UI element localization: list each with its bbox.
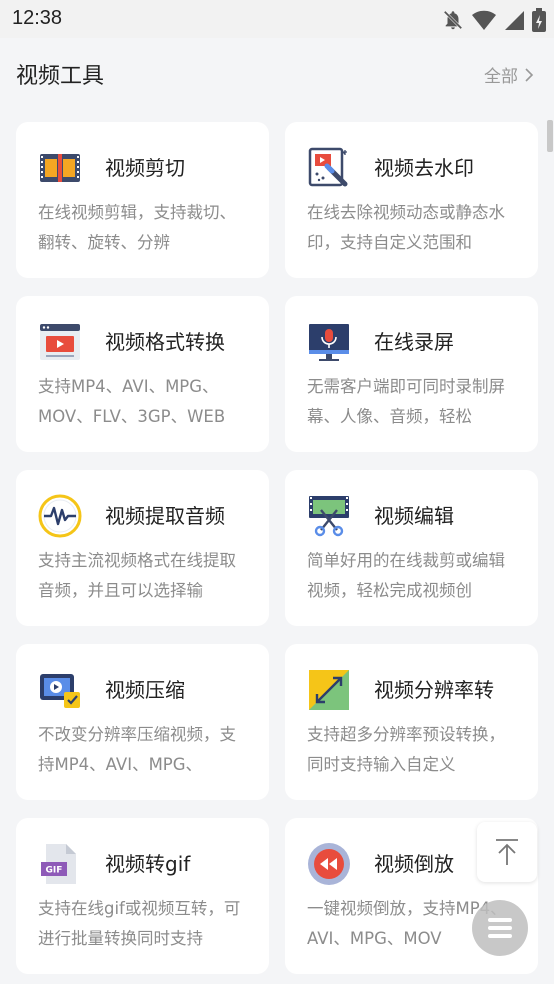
rewind-icon <box>308 843 350 885</box>
tool-card-desc: 支持主流视频格式在线提取音频，并且可以选择输 <box>38 551 236 600</box>
tool-card-watermark-remove[interactable]: 视频去水印 在线去除视频动态或静态水印，支持自定义范围和 <box>285 122 538 278</box>
page-title: 视频工具 <box>16 64 105 89</box>
tool-card-desc: 在线去除视频动态或静态水印，支持自定义范围和 <box>307 203 505 252</box>
tool-card-video-cut[interactable]: 视频剪切 在线视频剪辑，支持裁切、翻转、旋转、分辨 <box>16 122 269 278</box>
status-time: 12:38 <box>12 7 63 29</box>
section-header: 视频工具 全部 <box>0 38 554 110</box>
tool-card-title: 视频压缩 <box>105 678 185 702</box>
tool-card-desc: 支持在线gif或视频互转，可进行批量转换同时支持 <box>38 899 241 948</box>
view-all-link[interactable]: 全部 <box>484 62 534 87</box>
battery-charging-icon <box>532 8 546 32</box>
status-bar: 12:38 <box>0 0 554 38</box>
screen-record-icon <box>309 324 349 361</box>
watermark-remove-icon <box>308 147 348 187</box>
tool-card-desc: 支持MP4、AVI、MPG、MOV、FLV、3GP、WEB <box>38 377 226 426</box>
tool-card-desc: 不改变分辨率压缩视频，支持MP4、AVI、MPG、 <box>38 725 236 774</box>
tool-card-video-to-gif[interactable]: GIF 视频转gif 支持在线gif或视频互转，可进行批量转换同时支持 <box>16 818 269 974</box>
tool-card-title: 视频提取音频 <box>105 504 225 528</box>
tool-card-title: 视频去水印 <box>374 156 474 180</box>
notifications-off-icon <box>443 10 463 30</box>
tool-card-title: 视频转gif <box>105 852 191 876</box>
tool-card-title: 视频编辑 <box>374 504 454 528</box>
tool-card-title: 视频倒放 <box>374 852 454 876</box>
back-to-top-button[interactable] <box>477 822 537 882</box>
chevron-right-icon <box>525 67 534 82</box>
tool-card-video-compress[interactable]: 视频压缩 不改变分辨率压缩视频，支持MP4、AVI、MPG、 <box>16 644 269 800</box>
tool-card-desc: 支持超多分辨率预设转换，同时支持输入自定义 <box>307 725 505 774</box>
video-compress-icon <box>40 674 80 708</box>
tool-card-title: 视频分辨率转 <box>374 678 494 702</box>
view-all-label: 全部 <box>484 67 518 87</box>
tool-card-desc: 在线视频剪辑，支持裁切、翻转、旋转、分辨 <box>38 203 236 252</box>
tool-card-title: 视频格式转换 <box>105 330 225 354</box>
scrollbar-thumb[interactable] <box>547 120 553 152</box>
tool-card-video-edit[interactable]: 视频编辑 简单好用的在线裁剪或编辑视频，轻松完成视频创 <box>285 470 538 626</box>
wifi-icon <box>472 10 496 30</box>
tool-card-resolution-convert[interactable]: 视频分辨率转 支持超多分辨率预设转换，同时支持输入自定义 <box>285 644 538 800</box>
video-edit-icon <box>309 496 349 537</box>
status-icons <box>442 8 546 32</box>
menu-icon <box>488 918 512 938</box>
tool-card-desc: 简单好用的在线裁剪或编辑视频，轻松完成视频创 <box>307 551 505 600</box>
tool-card-screen-record[interactable]: 在线录屏 无需客户端即可同时录制屏幕、人像、音频，轻松 <box>285 296 538 452</box>
tool-card-desc: 无需客户端即可同时录制屏幕、人像、音频，轻松 <box>307 377 505 426</box>
tool-card-title: 视频剪切 <box>105 156 185 180</box>
tool-card-format-convert[interactable]: 视频格式转换 支持MP4、AVI、MPG、MOV、FLV、3GP、WEB <box>16 296 269 452</box>
video-format-icon <box>40 324 80 360</box>
arrow-up-to-top-icon <box>496 839 518 865</box>
tool-card-title: 在线录屏 <box>374 330 454 354</box>
tool-card-extract-audio[interactable]: 视频提取音频 支持主流视频格式在线提取音频，并且可以选择输 <box>16 470 269 626</box>
resolution-icon <box>309 670 349 710</box>
floating-menu-button[interactable] <box>472 900 528 956</box>
gif-file-icon: GIF <box>41 844 76 884</box>
svg-text:GIF: GIF <box>46 866 63 876</box>
signal-icon <box>505 11 524 30</box>
audio-wave-icon <box>38 494 82 538</box>
film-cut-icon <box>40 154 80 182</box>
